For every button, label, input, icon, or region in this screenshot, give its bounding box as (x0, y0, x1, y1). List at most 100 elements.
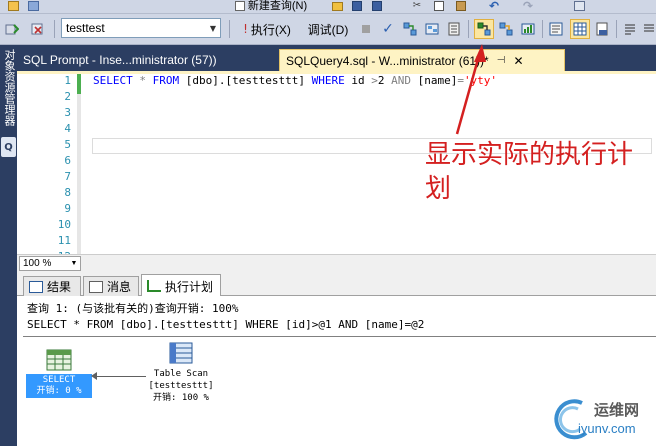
parse-button[interactable]: ✓ (380, 21, 396, 37)
activity-monitor-button[interactable] (572, 0, 586, 12)
toolbar-separator (542, 20, 543, 38)
line-number: 6 (64, 154, 71, 167)
client-statistics-button[interactable] (520, 21, 536, 37)
new-project-button[interactable] (6, 0, 20, 12)
sql-editor-toolbar: testtest ▼ ! 执行(X) 调试(D) ✓ (0, 14, 656, 45)
annotation-text: 显示实际的执行计 划 (425, 138, 656, 206)
tab-sql-prompt[interactable]: SQL Prompt - Inse...ministrator (57)) (17, 49, 275, 71)
results-to-text-button[interactable] (548, 21, 564, 37)
tab-execution-plan[interactable]: 执行计划 (141, 274, 221, 297)
debug-button[interactable]: 调试(D) (304, 20, 352, 38)
estimated-plan-icon (403, 22, 417, 36)
query-designer-icon (425, 23, 439, 35)
new-query-icon (234, 1, 245, 11)
add-item-button[interactable] (26, 0, 40, 12)
operator: = (457, 74, 464, 87)
tab-sqlquery4[interactable]: SQLQuery4.sql - W...ministrator (61))* ⊣… (279, 49, 565, 71)
tab-label: 结果 (47, 280, 72, 294)
results-to-grid-button[interactable] (570, 19, 590, 39)
line-number: 10 (57, 218, 71, 231)
query-cost-header: 查询 1: (与该批有关的)查询开销: 100% (27, 302, 239, 315)
connect-button[interactable] (4, 21, 20, 37)
results-to-grid-icon (573, 22, 587, 36)
select-node-label: SELECT 开销: 0 % (26, 374, 92, 398)
zoom-value: 100 % (23, 258, 52, 269)
node-cost: 开销: 100 % (153, 393, 209, 403)
available-databases-select[interactable]: testtest ▼ (61, 18, 221, 38)
activity-monitor-icon (573, 1, 585, 11)
tab-messages[interactable]: 消息 (83, 276, 139, 296)
sql-prompt-icon[interactable]: Q (1, 137, 16, 157)
toolbar-separator (616, 20, 617, 38)
include-actual-execution-plan-button[interactable] (474, 19, 494, 39)
query-text: SELECT * FROM [dbo].[testtesttt] WHERE [… (27, 318, 425, 331)
divider (23, 336, 656, 337)
node-table: [testtesttt] (148, 381, 214, 391)
node-cost: 开销: 0 % (36, 386, 82, 396)
line-number: 5 (64, 138, 71, 151)
tab-results[interactable]: 结果 (23, 276, 81, 296)
tab-label: SQL Prompt - Inse...ministrator (57)) (23, 53, 217, 67)
object-explorer-tab[interactable]: 对象资源管理器 (2, 49, 16, 126)
execute-label: 执行(X) (250, 22, 291, 37)
open-file-icon (331, 1, 343, 11)
literal: 2 (377, 74, 392, 87)
redo-icon: ↷ (522, 0, 534, 13)
tab-label: 执行计划 (165, 279, 214, 294)
line-number: 9 (64, 202, 71, 215)
line-number: 3 (64, 106, 71, 119)
identifier: id (344, 74, 372, 87)
chevron-down-icon[interactable]: ▼ (206, 19, 220, 37)
string-literal: 'yty' (463, 74, 498, 87)
copy-button[interactable] (432, 0, 446, 12)
results-to-file-button[interactable] (594, 21, 610, 37)
line-number: 2 (64, 90, 71, 103)
cancel-query-button[interactable] (359, 22, 373, 36)
add-item-icon (27, 1, 39, 11)
plan-node-select[interactable]: SELECT 开销: 0 % (26, 349, 92, 398)
copy-icon (434, 1, 444, 11)
select-operator-icon (46, 349, 72, 371)
cut-icon: ✂ (412, 0, 422, 11)
client-statistics-icon (521, 23, 535, 35)
toolbar-separator (229, 20, 230, 38)
keyword: FROM (152, 74, 180, 87)
plan-node-table-scan[interactable]: Table Scan [testtesttt] 开销: 100 % (139, 342, 223, 404)
undo-button[interactable]: ↶ (484, 0, 504, 12)
save-button[interactable] (350, 0, 364, 12)
watermark-name: 运维网 (594, 401, 640, 419)
specify-values-icon (448, 22, 460, 36)
tab-label: SQLQuery4.sql - W...ministrator (61))* (286, 53, 489, 68)
comment-icon (625, 24, 635, 35)
actual-execution-plan-icon (477, 22, 491, 36)
annotation-line: 划 (425, 174, 452, 204)
live-query-statistics-button[interactable] (498, 21, 514, 37)
comment-out-button[interactable] (622, 21, 638, 37)
live-statistics-icon (499, 22, 513, 36)
execute-button[interactable]: ! 执行(X) (236, 20, 298, 38)
chevron-down-icon[interactable]: ▼ (68, 260, 80, 267)
estimated-plan-button[interactable] (402, 21, 418, 37)
paste-icon (456, 1, 466, 11)
save-all-icon (372, 1, 382, 11)
object-explorer-dock: 对象资源管理器 Q (0, 45, 17, 446)
open-file-button[interactable] (330, 0, 344, 12)
save-all-button[interactable] (370, 0, 384, 12)
new-query-button[interactable]: 新建查询(N) (226, 0, 316, 12)
database-value: testtest (66, 21, 105, 35)
change-connection-button[interactable] (30, 21, 46, 37)
query-designer-button[interactable] (424, 21, 440, 37)
specify-values-button[interactable] (446, 21, 462, 37)
line-number: 11 (57, 234, 71, 247)
close-icon[interactable]: ✕ (513, 54, 523, 68)
pin-icon[interactable]: ⊣ (497, 55, 506, 66)
change-tracking-bar (77, 94, 81, 254)
operator: * (132, 74, 153, 87)
cut-button[interactable]: ✂ (410, 0, 424, 12)
uncomment-button[interactable] (642, 21, 656, 37)
code-line-1[interactable]: SELECT * FROM [dbo].[testtesttt] WHERE i… (93, 74, 497, 87)
zoom-select[interactable]: 100 % ▼ (19, 256, 81, 271)
paste-button[interactable] (454, 0, 468, 12)
results-tab-strip: 结果 消息 执行计划 (17, 272, 656, 297)
redo-button[interactable]: ↷ (518, 0, 538, 12)
